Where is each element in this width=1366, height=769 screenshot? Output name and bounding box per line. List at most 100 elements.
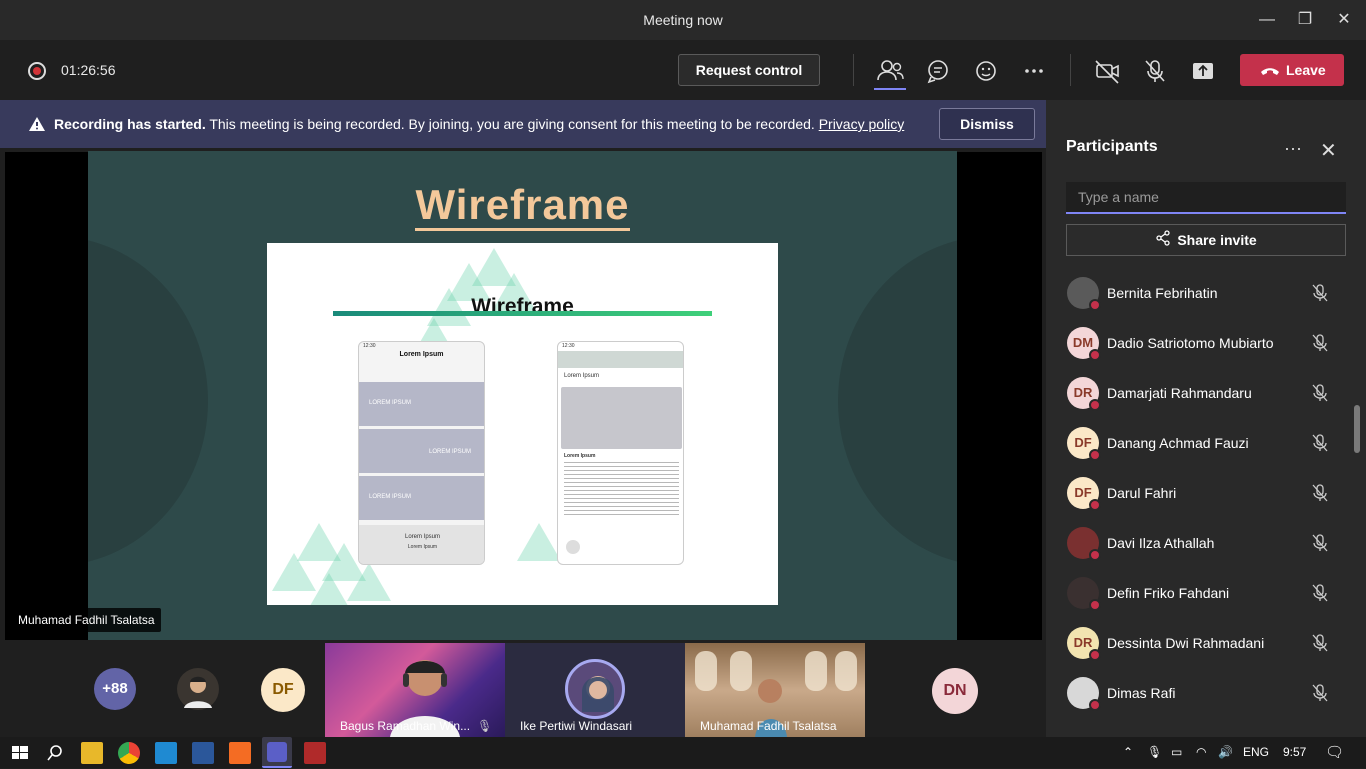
phone-text-lines <box>564 462 679 517</box>
participant-initials-avatar[interactable]: DF <box>261 668 305 712</box>
participant-list: Bernita Febrihatin DM Dadio Satriotomo Mub… <box>1046 268 1356 718</box>
phone-block: LOREM IPSUM <box>359 476 484 520</box>
participant-name: Darul Fahri <box>1107 485 1177 501</box>
wifi-icon[interactable]: ◠ <box>1196 745 1206 759</box>
clock[interactable]: 9:57 <box>1283 745 1306 759</box>
microphone-tray-icon[interactable]: 🎙 <box>1147 745 1162 759</box>
leave-button[interactable]: Leave <box>1240 54 1344 86</box>
participant-video-tile[interactable]: Bagus Ramadhan Win... 🎙 <box>325 643 505 737</box>
maximize-button[interactable]: ❐ <box>1293 8 1317 32</box>
phone-image-placeholder <box>561 387 682 449</box>
close-window-button[interactable]: ✕ <box>1332 8 1356 32</box>
file-explorer-icon[interactable] <box>81 742 103 764</box>
mic-off-icon[interactable] <box>1311 633 1329 658</box>
phone-block: LOREM IPSUM <box>359 429 484 473</box>
toolbar-divider <box>1070 54 1071 86</box>
participant-name: Dessinta Dwi Rahmadani <box>1107 635 1265 651</box>
banner-bold-text: Recording has started. <box>54 116 206 132</box>
participant-row[interactable]: DR Dessinta Dwi Rahmadani <box>1046 618 1356 668</box>
share-invite-button[interactable]: Share invite <box>1066 224 1346 256</box>
mic-off-icon[interactable] <box>1311 533 1329 558</box>
input-language[interactable]: ENG <box>1243 745 1269 759</box>
participant-initials-avatar[interactable]: DN <box>932 668 978 714</box>
participant-row[interactable]: DR Damarjati Rahmandaru <box>1046 368 1356 418</box>
tile-name: Ike Pertiwi Windasari <box>520 719 633 733</box>
mic-off-icon[interactable] <box>1311 583 1329 608</box>
participant-video-strip: +88 DF Bagus Ramadhan Win... 🎙 Ike Perti… <box>0 640 1046 737</box>
slide-decoration <box>88 236 208 566</box>
panel-scrollbar[interactable] <box>1354 405 1360 453</box>
request-control-button[interactable]: Request control <box>678 54 820 86</box>
phone-appbar <box>558 351 683 368</box>
more-options-icon[interactable] <box>1019 56 1049 86</box>
mic-off-icon: 🎙 <box>477 719 493 733</box>
phone-content-title: Lorem Ipsum <box>564 453 596 459</box>
window-titlebar: Meeting now — ❐ ✕ <box>0 0 1366 40</box>
chrome-icon[interactable] <box>118 742 140 764</box>
participant-row[interactable]: DM Dadio Satriotomo Mubiarto <box>1046 318 1356 368</box>
recording-banner: Recording has started. This meeting is b… <box>0 100 1046 148</box>
overflow-participants-badge[interactable]: +88 <box>94 668 136 710</box>
participant-name: Davi Ilza Athallah <box>1107 535 1215 551</box>
participant-name: Bernita Febrihatin <box>1107 285 1218 301</box>
recording-status-badge <box>1089 699 1101 711</box>
volume-icon[interactable]: 🔊 <box>1218 745 1233 759</box>
phone-hangup-icon <box>1260 54 1280 97</box>
camera-off-icon[interactable] <box>1092 56 1122 86</box>
notifications-icon[interactable]: 🗨 <box>1325 743 1344 761</box>
toolbar-divider <box>853 54 854 86</box>
privacy-policy-link[interactable]: Privacy policy <box>819 116 905 132</box>
active-tab-indicator <box>874 88 906 90</box>
mic-off-icon[interactable] <box>1311 433 1329 458</box>
participant-name: Dadio Satriotomo Mubiarto <box>1107 335 1274 351</box>
tile-name: Bagus Ramadhan Win... <box>340 719 471 733</box>
teams-icon[interactable] <box>262 737 292 768</box>
participant-row[interactable]: Dimas Rafi <box>1046 668 1356 718</box>
chat-icon[interactable] <box>923 56 953 86</box>
participant-row[interactable]: Bernita Febrihatin <box>1046 268 1356 318</box>
windows-taskbar: ⌃ 🎙 ▭ ◠ 🔊 ENG 9:57 🗨 <box>0 737 1366 768</box>
participant-name: Damarjati Rahmandaru <box>1107 385 1252 401</box>
reactions-icon[interactable] <box>971 56 1001 86</box>
mic-off-icon[interactable] <box>1311 383 1329 408</box>
phone-footer: Lorem Ipsum Lorem Ipsum <box>359 525 484 564</box>
recording-status-badge <box>1089 349 1101 361</box>
winrar-icon[interactable] <box>304 742 326 764</box>
search-icon[interactable] <box>44 742 66 764</box>
tile-name: Muhamad Fadhil Tsalatsa <box>700 719 837 733</box>
mic-off-icon[interactable] <box>1311 483 1329 508</box>
share-tray-icon[interactable] <box>1188 56 1218 86</box>
window-title: Meeting now <box>643 12 723 28</box>
windows-start-icon[interactable] <box>9 742 31 764</box>
participant-video-tile[interactable]: Muhamad Fadhil Tsalatsa <box>685 643 865 737</box>
minimize-button[interactable]: — <box>1255 8 1279 32</box>
wireframe-phone-detail: 12:30 Lorem Ipsum Lorem Ipsum <box>557 341 684 565</box>
phone-fab <box>566 540 580 554</box>
participants-icon[interactable] <box>875 56 905 86</box>
vscode-icon[interactable] <box>155 742 177 764</box>
participant-row[interactable]: DF Darul Fahri <box>1046 468 1356 518</box>
recording-status-badge <box>1089 399 1101 411</box>
word-icon[interactable] <box>192 742 214 764</box>
show-hidden-icons-chevron-icon[interactable]: ⌃ <box>1123 745 1133 759</box>
participant-avatar[interactable] <box>177 668 219 710</box>
mic-off-icon[interactable] <box>1311 333 1329 358</box>
dismiss-button[interactable]: Dismiss <box>939 108 1035 140</box>
phone-status-time: 12:30 <box>363 343 376 349</box>
slide-decoration <box>838 236 957 566</box>
participant-row[interactable]: Defin Friko Fahdani <box>1046 568 1356 618</box>
panel-more-icon[interactable]: ··· <box>1284 138 1302 159</box>
participant-video-tile[interactable]: Ike Pertiwi Windasari <box>505 643 685 737</box>
recording-status-badge <box>1089 299 1101 311</box>
panel-close-icon[interactable]: ✕ <box>1320 138 1337 163</box>
mic-off-icon[interactable] <box>1140 56 1170 86</box>
participant-search-input[interactable]: Type a name <box>1066 182 1346 214</box>
participant-row[interactable]: DF Danang Achmad Fauzi <box>1046 418 1356 468</box>
meeting-toolbar: 01:26:56 Request control Leave <box>0 40 1366 100</box>
participant-row[interactable]: Davi Ilza Athallah <box>1046 518 1356 568</box>
battery-icon[interactable]: ▭ <box>1171 745 1182 759</box>
mic-off-icon[interactable] <box>1311 683 1329 708</box>
title-underline-bar <box>333 311 712 316</box>
mic-off-icon[interactable] <box>1311 283 1329 308</box>
xampp-icon[interactable] <box>229 742 251 764</box>
